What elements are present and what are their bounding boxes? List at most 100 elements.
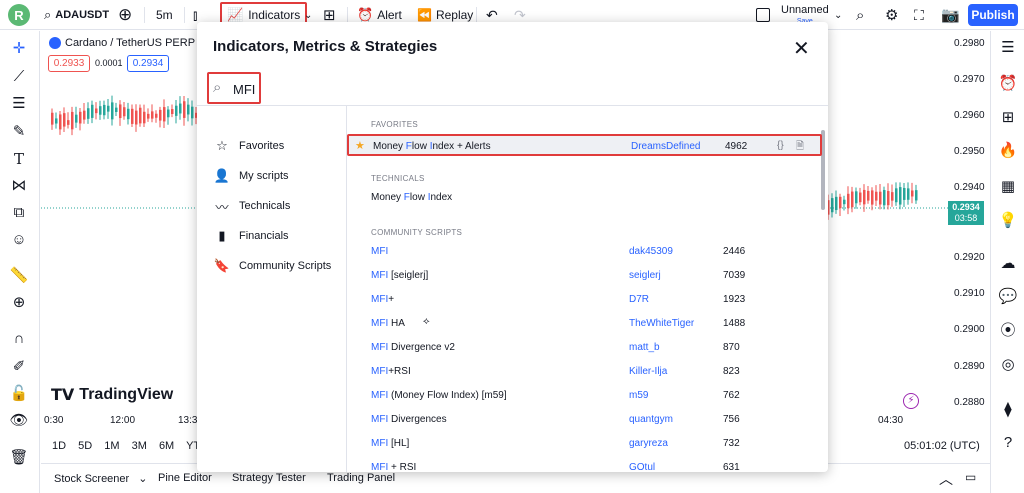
period-6m[interactable]: 6M <box>159 440 174 452</box>
nav-community-scripts[interactable]: 🔖 Community Scripts <box>213 256 331 276</box>
lock-icon[interactable]: 🔓 <box>9 384 29 404</box>
result-row-community[interactable]: MFI [seiglerj] seiglerj 7039 <box>347 265 822 287</box>
result-author[interactable]: quantgym <box>629 414 673 425</box>
publish-button[interactable]: Publish <box>968 4 1018 26</box>
trend-line-icon[interactable]: ⟋ <box>9 67 29 87</box>
watchlist-icon[interactable]: ☰ <box>997 37 1019 59</box>
candle-body <box>179 103 182 114</box>
source-code-icon[interactable]: {} <box>777 140 784 151</box>
alarm-clock-icon[interactable]: ⏰ <box>997 73 1019 95</box>
zoom-in-icon[interactable]: ⊕ <box>9 293 29 313</box>
quick-search-icon[interactable]: ⌕ <box>856 0 864 30</box>
camera-icon[interactable]: 📷 <box>941 0 960 30</box>
candle-body <box>871 190 874 205</box>
eye-icon[interactable]: 👁 <box>9 411 29 431</box>
avatar[interactable]: R <box>8 4 30 26</box>
streams-icon[interactable]: ⦿ <box>997 320 1019 342</box>
smiley-icon[interactable]: ☺ <box>9 230 29 250</box>
period-5d[interactable]: 5D <box>78 440 92 452</box>
result-name: Money Flow Index + Alerts <box>373 141 491 152</box>
trash-icon[interactable]: 🗑 <box>9 448 29 468</box>
interval-button[interactable]: 5m <box>156 0 173 30</box>
magnet-icon[interactable]: ∩ <box>9 329 29 349</box>
result-author[interactable]: Killer-Ilja <box>629 366 667 377</box>
forecast-icon[interactable]: ⧉ <box>9 203 29 223</box>
maximize-icon[interactable]: ▭ <box>965 470 976 484</box>
result-row-community[interactable]: MFI HA TheWhiteTiger 1488 ⟡ <box>347 313 822 335</box>
ruler-icon[interactable]: 📏 <box>9 266 29 286</box>
nav-financials[interactable]: ▮ Financials <box>213 226 288 246</box>
brush-icon[interactable]: ✎ <box>9 122 29 142</box>
result-author[interactable]: D7R <box>629 294 649 305</box>
result-author[interactable]: seiglerj <box>629 270 661 281</box>
tab-trading-panel[interactable]: Trading Panel <box>327 472 395 484</box>
lock-draw-icon[interactable]: ✐ <box>9 357 29 377</box>
chat-cloud-icon[interactable]: ☁ <box>997 253 1019 275</box>
chevron-up-icon[interactable]: ︿ <box>939 469 953 489</box>
result-author[interactable]: TheWhiteTiger <box>629 318 694 329</box>
period-3m[interactable]: 3M <box>132 440 147 452</box>
lightning-icon[interactable]: ⚡ <box>903 393 919 409</box>
help-icon[interactable]: ? <box>997 432 1019 454</box>
result-name: MFI <box>371 246 389 257</box>
pattern-icon[interactable]: ⋈ <box>9 176 29 196</box>
star-filled-icon[interactable]: ★ <box>355 139 365 152</box>
result-row-favorite[interactable]: ★ Money Flow Index + Alerts DreamsDefine… <box>347 134 822 156</box>
result-author[interactable]: GOtul <box>629 462 655 472</box>
result-row-community[interactable]: MFI Divergences quantgym 756 <box>347 409 822 431</box>
nav-technicals[interactable]: 〰 Technicals <box>213 196 290 216</box>
ideas-lightbulb-icon[interactable]: 💡 <box>997 210 1019 232</box>
candle-body <box>175 105 178 116</box>
text-tool-icon[interactable]: T <box>9 149 29 169</box>
add-symbol-icon[interactable]: ⊕ <box>118 0 132 30</box>
candle-body <box>75 114 78 123</box>
result-author[interactable]: DreamsDefined <box>631 141 700 152</box>
result-row-community[interactable]: MFI + RSI GOtul 631 <box>347 457 822 472</box>
period-1m[interactable]: 1M <box>104 440 119 452</box>
indicator-search-input[interactable] <box>233 82 283 97</box>
close-icon[interactable]: ✕ <box>793 36 810 61</box>
tab-pine-editor[interactable]: Pine Editor <box>158 472 212 484</box>
result-row-community[interactable]: MFI (Money Flow Index) [m59] m59 762 <box>347 385 822 407</box>
result-row-technical[interactable]: Money Flow Index <box>347 187 822 209</box>
document-icon[interactable]: 🗎 <box>796 139 804 156</box>
price-tick: 0.2910 <box>954 288 985 299</box>
right-toolbar: ☰ ⏰ ⊞ 🔥 ▦ 💡 ☁ 💬 ⦿ ◎ ⧫ ? <box>990 31 1024 493</box>
result-row-community[interactable]: MFI+RSI Killer-Ilja 823 <box>347 361 822 383</box>
checkbox-icon[interactable] <box>756 8 770 22</box>
script-type-icon: ⟡ <box>423 316 430 327</box>
result-author[interactable]: garyreza <box>629 438 668 449</box>
result-author[interactable]: matt_b <box>629 342 660 353</box>
sell-price-button[interactable]: 0.2933 <box>48 55 90 72</box>
candle-body <box>107 105 110 112</box>
clock-timezone[interactable]: 05:01:02 (UTC) <box>904 440 980 452</box>
chevron-down-icon[interactable]: ⌄ <box>834 0 842 30</box>
result-row-community[interactable]: MFI Divergence v2 matt_b 870 <box>347 337 822 359</box>
crosshair-icon[interactable]: ✛ <box>9 39 29 59</box>
broadcast-icon[interactable]: ◎ <box>997 354 1019 376</box>
object-tree-icon[interactable]: ⊞ <box>997 107 1019 129</box>
buy-price-button[interactable]: 0.2934 <box>127 55 169 72</box>
result-author[interactable]: dak45309 <box>629 246 673 257</box>
result-count: 1488 <box>723 318 746 329</box>
result-row-community[interactable]: MFI+ D7R 1923 <box>347 289 822 311</box>
chat-icon[interactable]: 💬 <box>997 286 1019 308</box>
nav-my-scripts[interactable]: 👤 My scripts <box>213 166 289 186</box>
fullscreen-icon[interactable]: ⛶ <box>914 0 924 30</box>
period-1d[interactable]: 1D <box>52 440 66 452</box>
tab-strategy-tester[interactable]: Strategy Tester <box>232 472 306 484</box>
result-author[interactable]: m59 <box>629 390 648 401</box>
candle-body <box>875 191 878 201</box>
calendar-icon[interactable]: ▦ <box>997 176 1019 198</box>
hotlist-fire-icon[interactable]: 🔥 <box>997 140 1019 162</box>
symbol-search[interactable]: ⌕ ADAUSDT <box>44 0 109 30</box>
tab-stock-screener[interactable]: Stock Screener ⌄ <box>54 472 147 485</box>
horizontal-lines-icon[interactable]: ☰ <box>9 94 29 114</box>
result-row-community[interactable]: MFI dak45309 2446 <box>347 241 822 263</box>
pricing-tag-icon[interactable]: ⧫ <box>997 399 1019 421</box>
nav-favorites[interactable]: ☆ Favorites <box>213 136 284 156</box>
result-row-community[interactable]: MFI [HL] garyreza 732 <box>347 433 822 455</box>
gear-icon[interactable]: ⚙ <box>885 0 898 30</box>
price-scale[interactable]: 0.2980 0.2970 0.2960 0.2950 0.2940 0.293… <box>948 31 990 431</box>
candle-body <box>855 191 858 204</box>
